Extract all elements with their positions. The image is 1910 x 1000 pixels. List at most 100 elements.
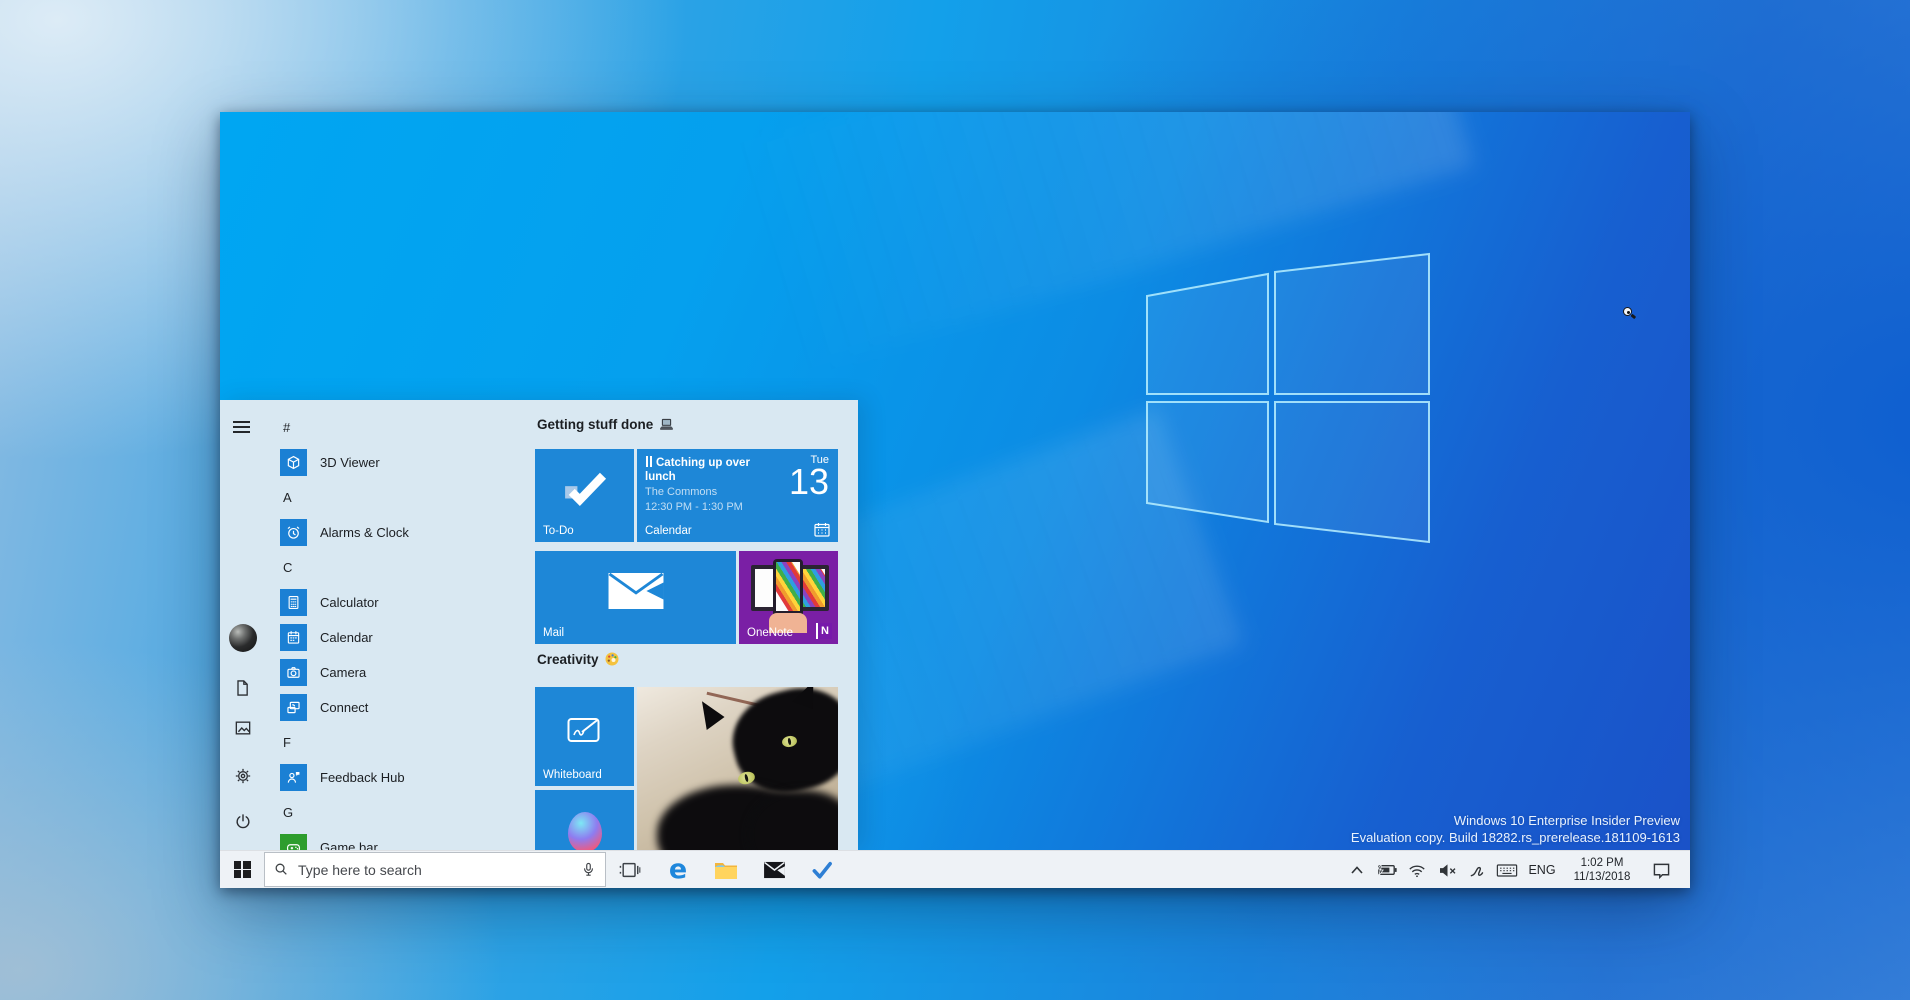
file-explorer-button[interactable] xyxy=(702,851,750,888)
keyboard-icon xyxy=(1496,863,1518,878)
action-center-button[interactable] xyxy=(1642,862,1680,879)
start-tiles: Getting stuff done To-Do Catching up ove… xyxy=(535,400,858,850)
taskbar-search[interactable] xyxy=(264,852,606,887)
alarm-clock-icon xyxy=(284,523,303,542)
day-number: 13 xyxy=(789,464,829,500)
connect-icon xyxy=(284,698,303,717)
mail-button[interactable] xyxy=(750,851,798,888)
todo-button[interactable] xyxy=(798,851,846,888)
tile-onenote[interactable]: OneNote N xyxy=(739,551,838,644)
task-view-icon xyxy=(619,860,641,880)
wifi-button[interactable] xyxy=(1402,863,1432,878)
taskbar: e xyxy=(220,850,1690,888)
calculator-icon xyxy=(284,593,303,612)
start-menu: # 3D Viewer A Alarms & Clock C Calculato… xyxy=(220,400,858,850)
power-button[interactable] xyxy=(229,808,257,836)
volume-muted-icon xyxy=(1438,863,1457,878)
watermark-line1: Windows 10 Enterprise Insider Preview xyxy=(1351,812,1680,829)
tile-todo[interactable]: To-Do xyxy=(535,449,634,542)
edge-button[interactable]: e xyxy=(654,851,702,888)
calendar-event: Catching up over lunch The Commons 12:30… xyxy=(645,455,782,514)
tray-date: 11/13/2018 xyxy=(1564,870,1640,884)
task-view-button[interactable] xyxy=(606,851,654,888)
app-row-3d-viewer[interactable]: 3D Viewer xyxy=(266,445,535,480)
pen-icon xyxy=(1469,862,1486,879)
camera-icon xyxy=(284,663,303,682)
screen: Windows 10 Enterprise Insider Preview Ev… xyxy=(220,112,1690,888)
event-location: The Commons xyxy=(645,485,782,499)
windows-start-icon xyxy=(234,861,251,878)
app-row-camera[interactable]: Camera xyxy=(266,655,535,690)
windows-logo xyxy=(1145,250,1431,546)
watermark-line2: Evaluation copy. Build 18282.rs_prerelea… xyxy=(1351,829,1680,846)
onenote-graphic xyxy=(747,559,830,617)
pictures-icon xyxy=(233,718,253,738)
app-list-letter[interactable]: C xyxy=(266,550,535,585)
search-input[interactable] xyxy=(298,862,580,878)
tile-photo-cat[interactable] xyxy=(637,687,838,850)
tile-label: OneNote xyxy=(747,627,793,639)
tile-label: Mail xyxy=(543,627,564,639)
app-list-letter[interactable]: F xyxy=(266,725,535,760)
app-row-alarms-clock[interactable]: Alarms & Clock xyxy=(266,515,535,550)
taskbar-clock[interactable]: 1:02 PM 11/13/2018 xyxy=(1564,856,1640,884)
app-list-letter[interactable]: G xyxy=(266,795,535,830)
microphone-icon[interactable] xyxy=(580,861,597,878)
power-icon xyxy=(233,812,253,832)
gear-icon xyxy=(233,766,253,786)
todo-check-icon xyxy=(563,471,607,507)
todo-check-icon xyxy=(811,861,833,879)
language-indicator[interactable]: ENG xyxy=(1522,863,1562,877)
calendar-icon xyxy=(284,628,303,647)
hamburger-menu-icon[interactable] xyxy=(233,421,250,433)
app-row-connect[interactable]: Connect xyxy=(266,690,535,725)
app-list-letter[interactable]: # xyxy=(266,410,535,445)
tile-mail[interactable]: Mail xyxy=(535,551,736,644)
wifi-icon xyxy=(1408,863,1426,878)
settings-button[interactable] xyxy=(229,762,257,790)
calendar-glyph-icon xyxy=(814,522,830,537)
edge-icon: e xyxy=(669,856,687,883)
tile-cortana[interactable] xyxy=(535,790,634,850)
tile-calendar[interactable]: Catching up over lunch The Commons 12:30… xyxy=(637,449,838,542)
laptop-emoji-icon xyxy=(659,418,674,431)
app-list-letter[interactable]: A xyxy=(266,480,535,515)
whiteboard-icon xyxy=(567,716,603,744)
fork-knife-emoji-icon xyxy=(645,456,653,467)
tray-time: 1:02 PM xyxy=(1564,856,1640,870)
tile-group-header: Getting stuff done xyxy=(537,414,674,434)
start-button[interactable] xyxy=(220,851,264,888)
insider-watermark: Windows 10 Enterprise Insider Preview Ev… xyxy=(1351,812,1680,846)
cortana-balloon-icon xyxy=(568,812,602,850)
app-row-calculator[interactable]: Calculator xyxy=(266,585,535,620)
pictures-button[interactable] xyxy=(229,714,257,742)
desktop-stage: Windows 10 Enterprise Insider Preview Ev… xyxy=(0,0,1910,1000)
volume-button[interactable] xyxy=(1432,863,1462,878)
app-row-calendar[interactable]: Calendar xyxy=(266,620,535,655)
windows-ink-button[interactable] xyxy=(1462,862,1492,879)
tile-whiteboard[interactable]: Whiteboard xyxy=(535,687,634,786)
tray-overflow-button[interactable] xyxy=(1342,865,1372,875)
search-icon xyxy=(273,861,290,878)
document-icon xyxy=(233,678,253,698)
app-row-game-bar[interactable]: Game bar xyxy=(266,830,535,850)
mail-icon xyxy=(763,861,786,879)
calendar-date-block: Tue 13 xyxy=(789,454,829,500)
app-row-feedback-hub[interactable]: Feedback Hub xyxy=(266,760,535,795)
tile-label: Whiteboard xyxy=(543,769,602,781)
tile-label: Calendar xyxy=(645,525,692,537)
event-time: 12:30 PM - 1:30 PM xyxy=(645,500,782,514)
mail-envelope-icon xyxy=(608,573,664,609)
mouse-cursor xyxy=(1623,307,1634,318)
chevron-up-icon xyxy=(1350,865,1364,875)
tile-label: To-Do xyxy=(543,525,574,537)
touch-keyboard-button[interactable] xyxy=(1492,863,1522,878)
palette-emoji-icon xyxy=(605,652,619,666)
onenote-logo-icon: N xyxy=(816,623,832,639)
action-center-icon xyxy=(1652,862,1671,879)
battery-button[interactable] xyxy=(1372,863,1402,877)
battery-charging-icon xyxy=(1376,863,1398,877)
user-avatar[interactable] xyxy=(229,624,257,652)
feedback-hub-icon xyxy=(284,768,303,787)
documents-button[interactable] xyxy=(229,674,257,702)
